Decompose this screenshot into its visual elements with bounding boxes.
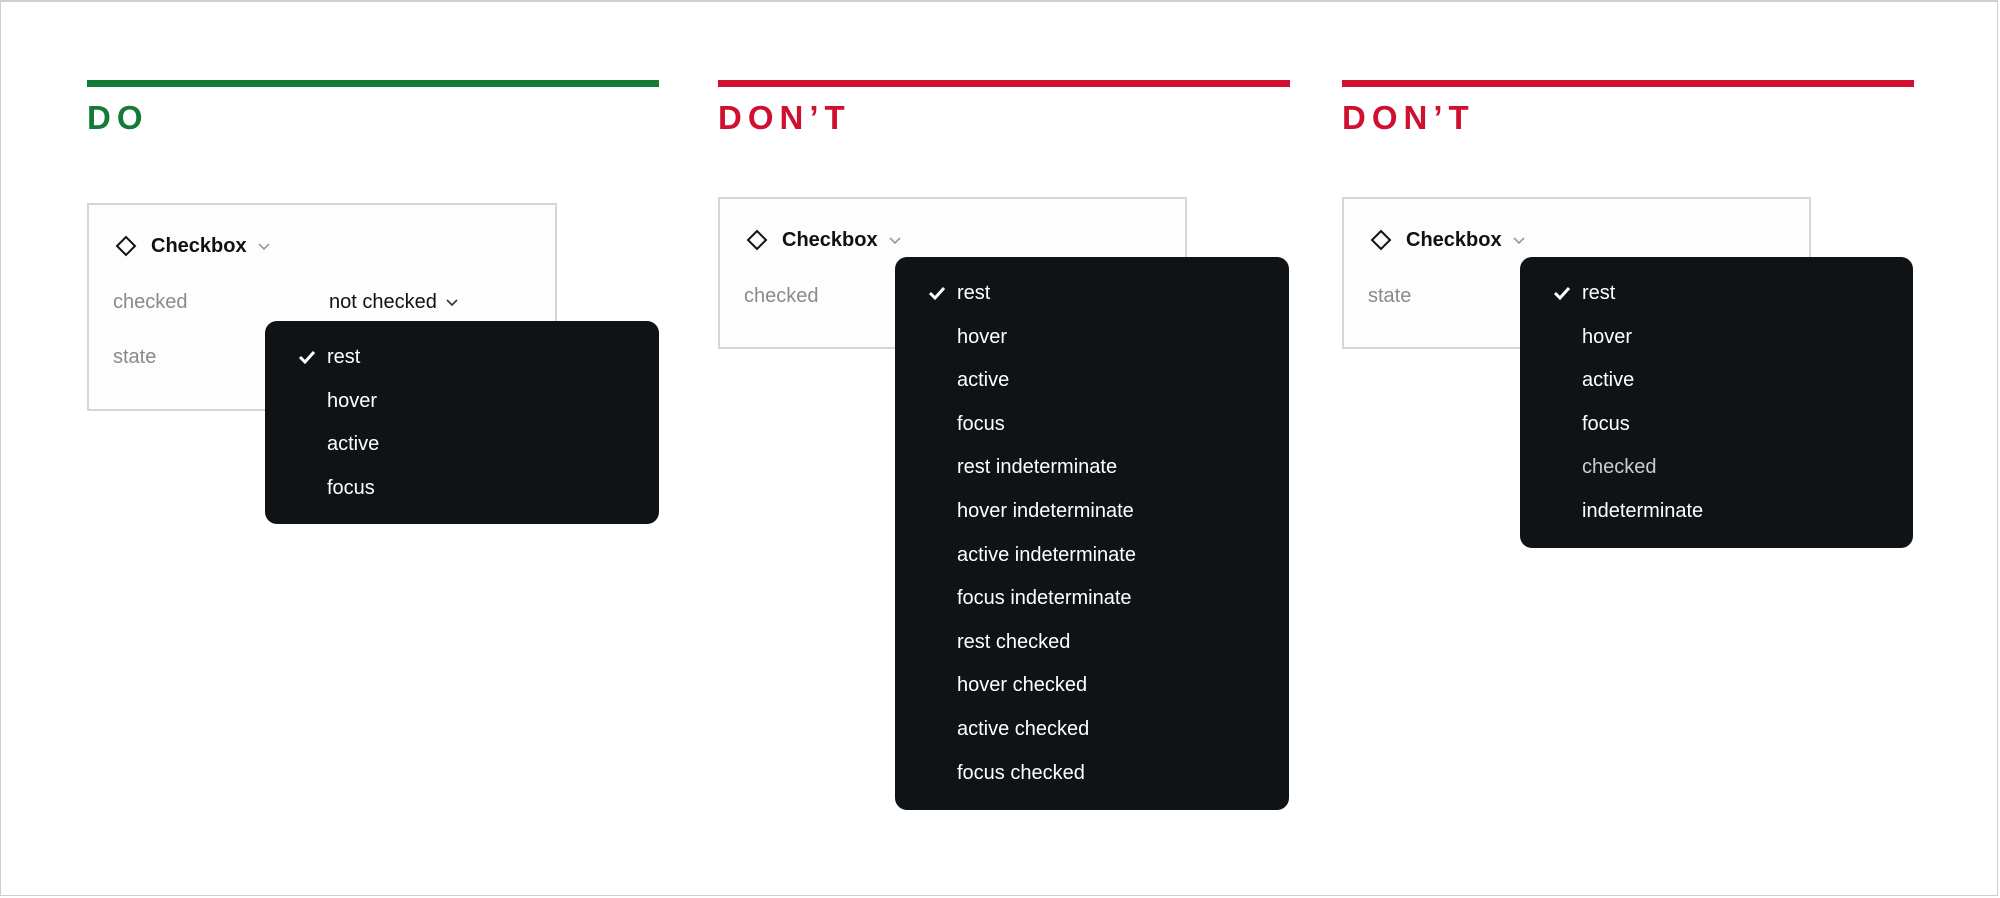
menu-item-hover[interactable]: hover <box>1520 319 1913 363</box>
menu-item-hover[interactable]: hover <box>265 383 659 427</box>
component-header[interactable]: Checkbox <box>1370 225 1526 255</box>
menu-item-label: checked <box>1582 456 1657 479</box>
menu-item-label: rest checked <box>957 630 1071 653</box>
checkmark-icon <box>298 350 316 365</box>
menu-item-label: hover <box>1582 325 1633 348</box>
menu-item-label: active <box>327 433 380 456</box>
prop-label-checked: checked <box>113 291 188 313</box>
menu-item-label: rest indeterminate <box>957 456 1118 479</box>
menu-item-label: rest <box>957 282 991 304</box>
menu-item-hover-indeterminate[interactable]: hover indeterminate <box>895 493 1289 537</box>
do-column: DO Checkbox checked not checked state re… <box>87 0 659 898</box>
checked-dropdown[interactable]: not checked <box>329 288 459 316</box>
dont-heading: DON’T <box>1342 99 1475 136</box>
menu-item-checked[interactable]: checked <box>1520 449 1913 493</box>
menu-item-label: active <box>957 369 1010 392</box>
menu-item-label: active checked <box>957 717 1090 740</box>
menu-item-label: rest <box>1582 282 1616 304</box>
chevron-down-icon <box>1512 235 1526 245</box>
chevron-down-icon <box>445 297 459 307</box>
component-name: Checkbox <box>1406 228 1502 251</box>
state-dropdown-menu: rest hover active focus checked indeterm… <box>1520 257 1913 548</box>
menu-item-focus-indeterminate[interactable]: focus indeterminate <box>895 580 1289 624</box>
menu-item-label: indeterminate <box>1582 499 1704 522</box>
prop-label-checked: checked <box>744 285 819 307</box>
dont-heading: DON’T <box>718 99 851 136</box>
menu-item-active[interactable]: active <box>1520 362 1913 406</box>
menu-item-active[interactable]: active <box>265 426 659 470</box>
menu-item-focus-checked[interactable]: focus checked <box>895 755 1289 799</box>
menu-item-focus[interactable]: focus <box>895 406 1289 450</box>
dont-accent-bar <box>718 80 1290 87</box>
checked-dropdown-value: not checked <box>329 291 437 313</box>
menu-item-active-indeterminate[interactable]: active indeterminate <box>895 537 1289 581</box>
diamond-icon <box>1370 229 1392 251</box>
menu-item-label: rest <box>327 346 361 368</box>
menu-item-indeterminate[interactable]: indeterminate <box>1520 493 1913 537</box>
component-header[interactable]: Checkbox <box>746 225 902 255</box>
diamond-icon <box>115 235 137 257</box>
menu-item-label: hover indeterminate <box>957 499 1134 522</box>
menu-item-label: focus <box>327 476 375 499</box>
component-name: Checkbox <box>151 234 247 257</box>
menu-item-active-checked[interactable]: active checked <box>895 711 1289 755</box>
dont-column-1: DON’T Checkbox checked rest hover active… <box>718 0 1290 898</box>
menu-item-label: active indeterminate <box>957 543 1136 566</box>
menu-item-focus[interactable]: focus <box>1520 406 1913 450</box>
menu-item-label: hover <box>327 389 378 412</box>
chevron-down-icon <box>888 235 902 245</box>
chevron-down-icon <box>257 241 271 251</box>
menu-item-label: focus indeterminate <box>957 587 1132 610</box>
dont-accent-bar <box>1342 80 1914 87</box>
menu-item-active[interactable]: active <box>895 362 1289 406</box>
menu-item-label: active <box>1582 369 1635 392</box>
menu-item-rest-checked[interactable]: rest checked <box>895 624 1289 668</box>
checked-dropdown-menu: rest hover active focus rest indetermina… <box>895 257 1289 810</box>
checkmark-icon <box>928 286 946 301</box>
menu-item-hover-checked[interactable]: hover checked <box>895 667 1289 711</box>
menu-item-label: focus checked <box>957 761 1085 784</box>
state-dropdown-menu: rest hover active focus <box>265 321 659 524</box>
do-accent-bar <box>87 80 659 87</box>
prop-label-state: state <box>113 346 157 368</box>
component-name: Checkbox <box>782 228 878 251</box>
menu-item-rest[interactable]: rest <box>895 275 1289 319</box>
dont-column-2: DON’T Checkbox state rest hover active f… <box>1342 0 1914 898</box>
checkmark-icon <box>1553 286 1571 301</box>
diamond-icon <box>746 229 768 251</box>
menu-item-hover[interactable]: hover <box>895 319 1289 363</box>
do-heading: DO <box>87 99 149 136</box>
menu-item-rest[interactable]: rest <box>1520 275 1913 319</box>
menu-item-rest-indeterminate[interactable]: rest indeterminate <box>895 449 1289 493</box>
menu-item-label: focus <box>1582 412 1630 435</box>
menu-item-label: hover <box>957 325 1008 348</box>
menu-item-label: focus <box>957 412 1005 435</box>
menu-item-label: hover checked <box>957 674 1088 697</box>
menu-item-focus[interactable]: focus <box>265 470 659 514</box>
prop-label-state: state <box>1368 285 1412 307</box>
component-header[interactable]: Checkbox <box>115 231 271 261</box>
menu-item-rest[interactable]: rest <box>265 339 659 383</box>
